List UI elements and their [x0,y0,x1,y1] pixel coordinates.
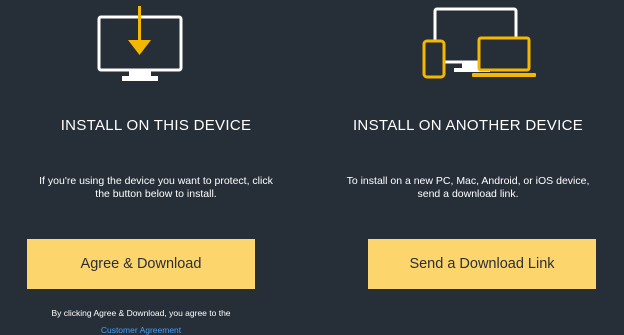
install-this-device-panel: INSTALL ON THIS DEVICE If you're using t… [0,0,312,335]
multi-device-icon [422,7,536,79]
legal-notice: By clicking Agree & Download, you agree … [0,307,282,335]
install-another-device-panel: INSTALL ON ANOTHER DEVICE To install on … [312,0,624,335]
monitor-download-icon [97,6,183,81]
install-this-device-description: If you're using the device you want to p… [0,175,312,201]
agree-download-button[interactable]: Agree & Download [27,239,255,289]
install-another-device-heading: INSTALL ON ANOTHER DEVICE [352,117,584,134]
description-line: To install on a new PC, Mac, Android, or… [346,175,590,187]
customer-agreement-link[interactable]: Customer Agreement [0,324,282,335]
description-line: send a download link. [417,188,519,200]
description-line: If you're using the device you want to p… [39,175,273,187]
install-page: INSTALL ON THIS DEVICE If you're using t… [0,0,624,335]
install-another-device-description: To install on a new PC, Mac, Android, or… [312,175,624,201]
description-line: the button below to install. [95,188,217,200]
install-this-device-heading: INSTALL ON THIS DEVICE [60,117,252,134]
send-download-link-button[interactable]: Send a Download Link [368,239,596,289]
legal-text: By clicking Agree & Download, you agree … [51,308,231,318]
